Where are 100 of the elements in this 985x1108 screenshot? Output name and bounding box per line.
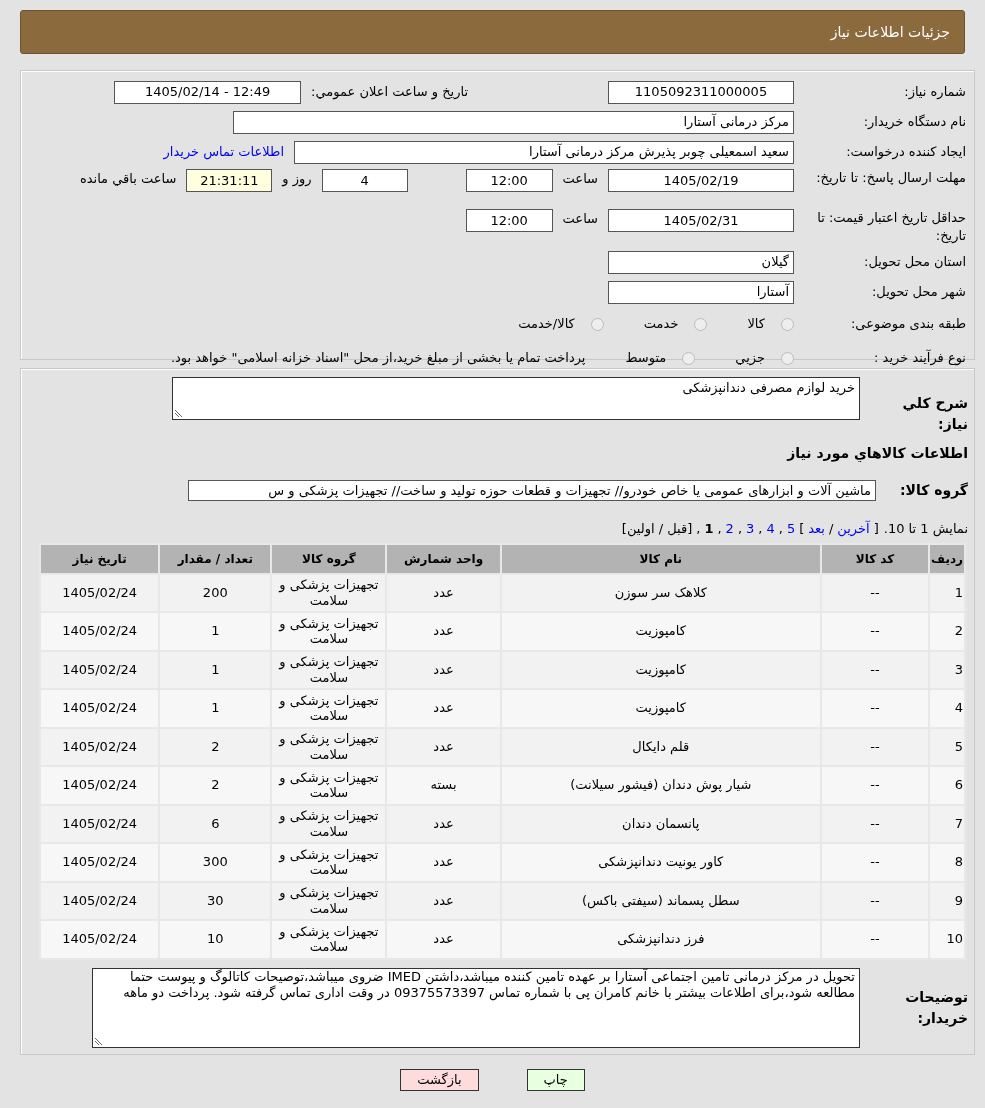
note-text: پرداخت تمام یا بخشی از مبلغ خرید،از محل "اسناد خزانه اسلامی" خواهد بود.: [170, 349, 586, 368]
option-label: جزيي: [735, 349, 765, 368]
table-cell: 1405/02/24: [40, 573, 160, 612]
table-cell: تجهیزات پزشکی و سلامت: [271, 920, 387, 959]
table-cell: 10: [929, 920, 965, 959]
table-cell: شیار پوش دندان (فیشور سیلانت): [500, 766, 821, 805]
table-cell: 1405/02/24: [40, 612, 160, 651]
table-cell: تجهیزات پزشکی و سلامت: [271, 843, 387, 882]
table-cell: 1405/02/24: [40, 650, 160, 689]
table-cell: عدد: [386, 920, 501, 959]
pager-link[interactable]: 2: [725, 519, 734, 539]
validity-date-field: 1405/02/31: [608, 209, 794, 232]
pager-text: [: [873, 520, 879, 538]
table-cell: 1: [159, 689, 272, 728]
print-button[interactable]: چاپ: [526, 1068, 585, 1091]
announce-date-field: 1405/02/14 - 12:49: [114, 80, 302, 104]
table-cell: 30: [159, 881, 272, 920]
table-cell: عدد: [386, 650, 501, 689]
field-label: شرح کلي نیاز:: [901, 394, 968, 434]
table-cell: عدد: [386, 573, 501, 612]
days-field: 4: [321, 169, 408, 192]
table-cell: 2: [929, 612, 965, 651]
pager-link[interactable]: آخرین: [837, 519, 870, 539]
textarea-text: خرید لوازم مصرفی دندانپزشکی: [681, 379, 856, 398]
table-cell: 1405/02/24: [40, 766, 160, 805]
field-label: استان محل تحویل:: [863, 253, 967, 272]
field-label: مهلت ارسال پاسخ: تا تاریخ:: [815, 169, 967, 187]
field-label: شهر محل تحویل:: [870, 283, 967, 302]
buyer-notes-textarea[interactable]: [92, 967, 860, 1048]
table-cell: 4: [929, 689, 965, 728]
option-label: خدمت: [643, 315, 679, 334]
remaining-time-field: 21:31:11: [186, 169, 273, 192]
table-cell: 2: [159, 766, 272, 805]
table-cell: 200: [159, 573, 272, 612]
table-cell: 1405/02/24: [40, 920, 160, 959]
deadline-time-field: 12:00: [465, 169, 553, 192]
field-label: شماره نیاز:: [903, 83, 967, 102]
current-page: 1: [704, 520, 714, 538]
table-cell: کامپوزیت: [500, 689, 821, 728]
radio-button[interactable]: [590, 317, 604, 331]
table-cell: تجهیزات پزشکی و سلامت: [271, 689, 387, 728]
radio-button[interactable]: [781, 317, 794, 331]
pager-text: [قبل / اولین]: [621, 520, 693, 539]
table-cell: تجهیزات پزشکی و سلامت: [271, 573, 387, 612]
table-cell: 1: [929, 573, 965, 612]
table-cell: --: [820, 612, 930, 651]
table-cell: 1: [159, 650, 272, 689]
field-label: طبقه بندی موضوعی:: [849, 315, 967, 334]
table-cell: عدد: [386, 804, 501, 843]
field-label: حداقل تاریخ اعتبار قیمت: تا تاریخ:: [816, 209, 967, 245]
table-cell: تجهیزات پزشکی و سلامت: [271, 650, 387, 689]
option-label: متوسط: [625, 349, 667, 368]
need-number-field: 1105092311000005: [608, 80, 794, 104]
table-cell: عدد: [386, 843, 501, 882]
table-cell: --: [820, 727, 930, 766]
table-cell: کامپوزیت: [500, 650, 821, 689]
field-label: ساعت: [562, 210, 598, 228]
pager-link[interactable]: 3: [746, 519, 755, 539]
pager-link[interactable]: 5: [786, 519, 796, 539]
radio-button[interactable]: [682, 351, 696, 365]
radio-button[interactable]: [781, 351, 794, 365]
table-cell: تجهیزات پزشکی و سلامت: [271, 766, 387, 805]
pager-info: نمایش 1 تا 10.: [883, 520, 968, 539]
summary-textarea[interactable]: خرید لوازم مصرفی دندانپزشکی: [172, 377, 860, 420]
resize-grip-icon[interactable]: [175, 410, 182, 417]
table-cell: بسته: [386, 766, 501, 805]
pager-text: ,: [737, 520, 743, 538]
table-cell: --: [820, 843, 930, 882]
table-cell: --: [820, 920, 930, 959]
pager-link[interactable]: بعد: [808, 519, 825, 539]
table-cell: عدد: [386, 727, 501, 766]
pager-text: /: [828, 520, 834, 538]
column-header: گروه کالا: [271, 543, 387, 574]
pager-text: ,: [696, 520, 701, 538]
radio-button[interactable]: [694, 317, 708, 331]
table-cell: سطل پسماند (سیفتی باکس): [500, 881, 821, 920]
table-cell: 1405/02/24: [40, 804, 160, 843]
table-cell: 6: [929, 766, 965, 805]
table-cell: 3: [929, 650, 965, 689]
table-cell: 9: [929, 881, 965, 920]
table-cell: تجهیزات پزشکی و سلامت: [271, 804, 387, 843]
resize-grip-icon[interactable]: [95, 1037, 102, 1045]
table-cell: 1405/02/24: [40, 881, 160, 920]
requester-field: سعید اسمعیلی چوبر پذیرش مرکز درمانی آستارا: [294, 140, 794, 164]
section-heading: اطلاعات کالاهاي مورد نیاز: [785, 444, 968, 464]
field-label: گروه کالا:: [898, 481, 968, 501]
province-field: گیلان: [608, 250, 794, 274]
buyer-org-field: مرکز درمانی آستارا: [233, 110, 794, 134]
back-button[interactable]: بازگشت: [400, 1068, 479, 1091]
table-cell: 5: [929, 727, 965, 766]
field-label: تاریخ و ساعت اعلان عمومي:: [311, 83, 468, 102]
pager-text: ,: [717, 520, 722, 538]
column-header: ردیف: [929, 543, 965, 574]
table-cell: 1405/02/24: [40, 689, 160, 728]
pager-link[interactable]: 4: [766, 519, 775, 539]
table-cell: تجهیزات پزشکی و سلامت: [271, 612, 387, 651]
field-value: ماشین آلات و ابزارهای عمومی یا خاص خودرو// تجهیزات و قطعات حوزه تولید و ساخت// تجهیزات پزشکی و س: [268, 481, 871, 500]
contact-link[interactable]: اطلاعات تماس خریدار: [163, 142, 284, 162]
column-header: تاریخ نیاز: [40, 543, 160, 574]
table-cell: 300: [159, 843, 272, 882]
